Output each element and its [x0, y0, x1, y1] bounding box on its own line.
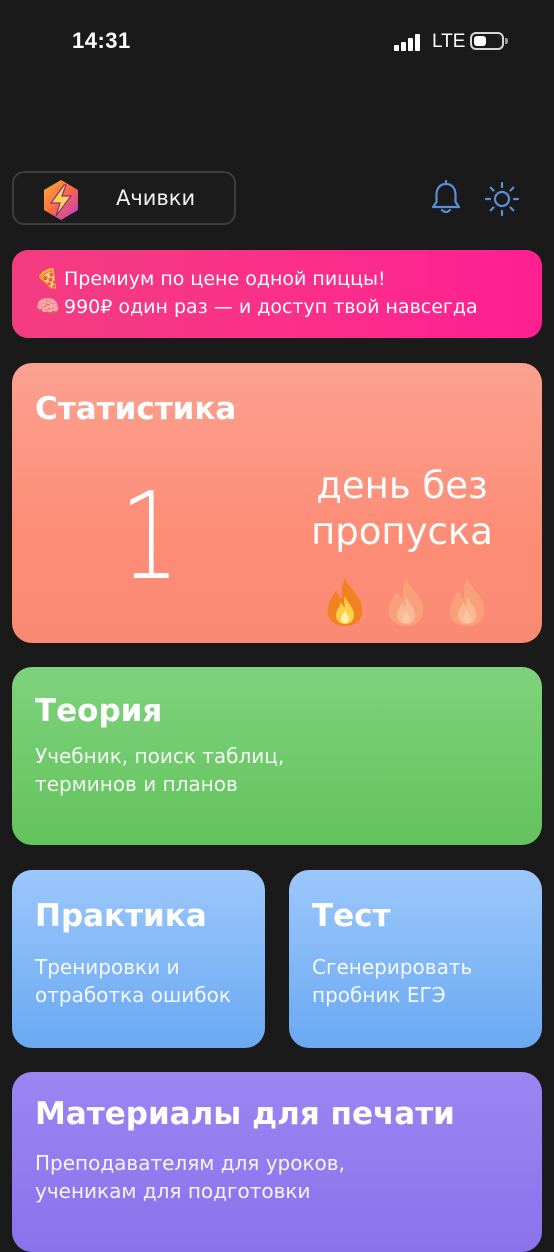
statistics-title: Статистика: [35, 391, 237, 427]
promo-line-2-text: 990₽ один раз — и доступ твой навсегда: [64, 296, 478, 318]
print-materials-title: Материалы для печати: [35, 1096, 455, 1132]
print-materials-subtitle: Преподавателям для уроков, ученикам для …: [35, 1149, 345, 1205]
network-type: LTE: [432, 31, 466, 52]
pizza-icon: 🍕: [36, 268, 60, 290]
statistics-card[interactable]: Статистика 1 день без пропуска: [12, 363, 542, 643]
test-card[interactable]: Тест Сгенерировать пробник ЕГЭ: [289, 870, 542, 1048]
test-subtitle-line-2: пробник ЕГЭ: [312, 983, 446, 1007]
flame-icon-inactive: [444, 576, 490, 628]
streak-label-line-1: день без: [316, 464, 488, 507]
test-title: Тест: [312, 898, 391, 934]
battery-icon: [470, 32, 508, 50]
practice-card[interactable]: Практика Тренировки и отработка ошибок: [12, 870, 265, 1048]
promo-line-1-text: Премиум по цене одной пиццы!: [64, 268, 386, 290]
streak-label-line-2: пропуска: [311, 510, 493, 553]
print-materials-subtitle-line-2: ученикам для подготовки: [35, 1179, 311, 1203]
practice-subtitle-line-1: Тренировки и: [35, 955, 180, 979]
theory-subtitle-line-1: Учебник, поиск таблиц,: [35, 744, 285, 768]
theory-subtitle: Учебник, поиск таблиц, терминов и планов: [35, 742, 284, 798]
theory-subtitle-line-2: терминов и планов: [35, 772, 238, 796]
signal-strength-icon: [394, 33, 422, 51]
achievements-button[interactable]: Ачивки: [12, 171, 236, 225]
practice-subtitle-line-2: отработка ошибок: [35, 983, 231, 1007]
streak-label: день без пропуска: [292, 463, 512, 555]
practice-subtitle: Тренировки и отработка ошибок: [35, 953, 231, 1009]
streak-days-number: 1: [120, 468, 180, 607]
brain-icon: 🧠: [36, 296, 60, 318]
theory-title: Теория: [35, 693, 163, 729]
flame-icon-inactive: [383, 576, 429, 628]
achievements-logo-icon: [44, 180, 78, 220]
premium-promo-banner[interactable]: 🍕 Премиум по цене одной пиццы! 🧠 990₽ один…: [12, 250, 542, 338]
print-materials-card[interactable]: Материалы для печати Преподавателям для …: [12, 1072, 542, 1252]
promo-line-1: 🍕 Премиум по цене одной пиццы!: [36, 267, 386, 290]
test-subtitle-line-1: Сгенерировать: [312, 955, 473, 979]
achievements-label: Ачивки: [116, 186, 196, 210]
practice-title: Практика: [35, 898, 207, 934]
test-subtitle: Сгенерировать пробник ЕГЭ: [312, 953, 472, 1009]
flame-icon-active: [322, 576, 368, 628]
promo-line-2: 🧠 990₽ один раз — и доступ твой навсегда: [36, 295, 478, 318]
theory-card[interactable]: Теория Учебник, поиск таблиц, терминов и…: [12, 667, 542, 845]
status-time: 14:31: [72, 28, 131, 53]
bell-icon[interactable]: [430, 180, 462, 216]
print-materials-subtitle-line-1: Преподавателям для уроков,: [35, 1151, 345, 1175]
status-bar: 14:31 LTE: [0, 0, 554, 84]
theme-toggle-sun-icon[interactable]: [484, 181, 520, 217]
